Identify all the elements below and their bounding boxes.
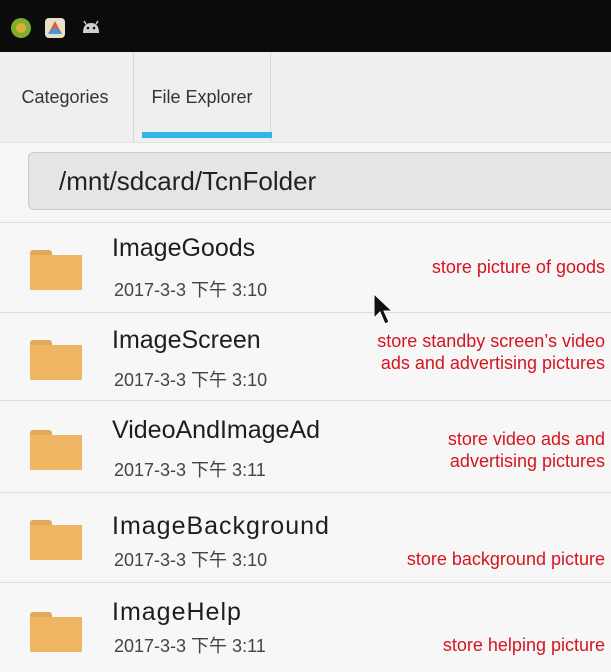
folder-name: VideoAndImageAd	[112, 416, 321, 444]
file-row-imagebackground[interactable]: ImageBackground 2017-3-3 下午 3:10 store b…	[0, 492, 611, 582]
annotation-line: ads and advertising pictures	[380, 353, 605, 373]
file-row-imagehelp[interactable]: ImageHelp 2017-3-3 下午 3:11 store helping…	[0, 582, 611, 672]
mouse-cursor-icon	[373, 292, 394, 325]
annotation-note: store video ads and advertising pictures	[448, 428, 605, 472]
color-app-icon	[45, 18, 65, 38]
status-bar	[0, 0, 611, 52]
file-row-videoandimagead[interactable]: VideoAndImageAd 2017-3-3 下午 3:11 store v…	[0, 400, 611, 490]
tab-categories-label: Categories	[21, 86, 109, 107]
current-path-text: /mnt/sdcard/TcnFolder	[59, 165, 317, 196]
annotation-note: store helping picture	[443, 634, 605, 656]
green-orb-icon	[11, 18, 31, 38]
folder-icon	[30, 430, 82, 470]
file-row-imagescreen[interactable]: ImageScreen 2017-3-3 下午 3:10 store stand…	[0, 312, 611, 402]
folder-name: ImageBackground	[112, 512, 330, 540]
folder-date: 2017-3-3 下午 3:10	[114, 550, 268, 570]
folder-date: 2017-3-3 下午 3:11	[114, 636, 266, 656]
current-path-bar[interactable]: /mnt/sdcard/TcnFolder	[28, 152, 611, 210]
folder-icon	[30, 520, 82, 560]
folder-date: 2017-3-3 下午 3:10	[114, 370, 268, 390]
android-icon	[83, 20, 99, 33]
annotation-line: advertising pictures	[449, 451, 605, 471]
annotation-line: store video ads and	[447, 429, 605, 449]
annotation-note: store picture of goods	[432, 256, 605, 278]
tab-file-explorer-label: File Explorer	[151, 86, 253, 107]
annotation-line: store helping picture	[442, 635, 605, 655]
folder-icon	[30, 340, 82, 380]
active-tab-indicator	[142, 132, 272, 138]
folder-icon	[30, 612, 82, 652]
annotation-line: store picture of goods	[431, 257, 605, 277]
tab-bar: Categories File Explorer	[0, 52, 611, 143]
annotation-note: store standby screen’s video ads and adv…	[377, 330, 605, 374]
folder-name: ImageHelp	[112, 598, 242, 626]
annotation-note: store background picture	[407, 548, 605, 570]
tab-file-explorer[interactable]: File Explorer	[133, 52, 271, 142]
folder-date: 2017-3-3 下午 3:10	[114, 280, 268, 300]
folder-icon	[30, 250, 82, 290]
folder-name: ImageGoods	[112, 234, 256, 262]
annotation-line: store background picture	[406, 549, 605, 569]
folder-name: ImageScreen	[112, 326, 261, 354]
tab-categories[interactable]: Categories	[0, 52, 130, 142]
folder-date: 2017-3-3 下午 3:11	[114, 460, 266, 480]
file-row-imagegoods[interactable]: ImageGoods 2017-3-3 下午 3:10 store pictur…	[0, 222, 611, 312]
annotation-line: store standby screen’s video	[377, 331, 605, 351]
